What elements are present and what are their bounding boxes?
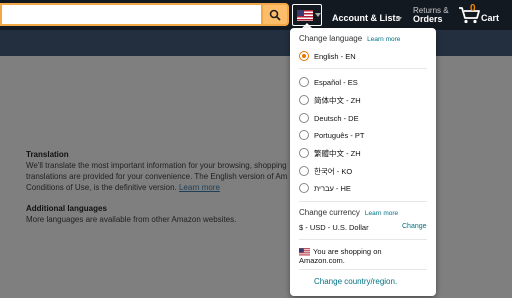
language-option-zh-hant[interactable]: 繁體中文 - ZH bbox=[299, 147, 361, 159]
chevron-down-icon bbox=[315, 13, 321, 17]
learn-more-link[interactable]: Learn more bbox=[179, 183, 220, 192]
translation-heading: Translation bbox=[26, 150, 69, 159]
currency-change-link[interactable]: Change bbox=[402, 223, 427, 230]
chevron-down-icon bbox=[396, 17, 402, 21]
shopping-on-text: You are shopping on bbox=[313, 247, 382, 256]
change-language-heading: Change language Learn more bbox=[299, 34, 400, 43]
radio[interactable] bbox=[299, 130, 309, 140]
language-option-he[interactable]: עברית - HE bbox=[299, 182, 351, 194]
translation-text: Conditions of Use, is the definitive ver… bbox=[26, 183, 177, 192]
us-flag-icon bbox=[297, 10, 313, 21]
radio[interactable] bbox=[299, 148, 309, 158]
radio[interactable] bbox=[299, 95, 309, 105]
language-label: 繁體中文 - ZH bbox=[314, 148, 361, 158]
language-option-pt[interactable]: Português - PT bbox=[299, 129, 364, 141]
language-label: 简体中文 - ZH bbox=[314, 95, 361, 105]
language-learn-more-link[interactable]: Learn more bbox=[367, 36, 400, 43]
language-option-zh-hans[interactable]: 简体中文 - ZH bbox=[299, 94, 361, 106]
language-option-de[interactable]: Deutsch - DE bbox=[299, 112, 359, 124]
additional-languages-text: More languages are available from other … bbox=[26, 215, 237, 224]
divider bbox=[299, 239, 427, 240]
language-option-es[interactable]: Español - ES bbox=[299, 76, 358, 88]
change-language-label: Change language bbox=[299, 34, 363, 43]
change-currency-label: Change currency bbox=[299, 208, 360, 217]
language-label: עברית - HE bbox=[314, 183, 351, 193]
language-label: 한국어 - KO bbox=[314, 166, 353, 176]
radio[interactable] bbox=[299, 113, 309, 123]
search-icon bbox=[269, 9, 281, 21]
currency-value: $ - USD - U.S. Dollar bbox=[299, 223, 369, 232]
divider bbox=[299, 269, 427, 270]
language-label: Português - PT bbox=[314, 130, 365, 140]
currency-learn-more-link[interactable]: Learn more bbox=[365, 210, 398, 217]
radio[interactable] bbox=[299, 77, 309, 87]
translation-text-line: translations are provided for your conve… bbox=[26, 172, 288, 181]
search-input[interactable] bbox=[0, 3, 262, 26]
translation-text-line: Conditions of Use, is the definitive ver… bbox=[26, 182, 220, 193]
shopping-site-text: Amazon.com. bbox=[299, 256, 345, 265]
change-country-link[interactable]: Change country/region. bbox=[314, 277, 397, 286]
language-label: Español - ES bbox=[314, 77, 358, 87]
divider bbox=[299, 201, 427, 202]
radio[interactable] bbox=[299, 166, 309, 176]
additional-languages-heading: Additional languages bbox=[26, 204, 107, 213]
language-option-en[interactable]: English - EN bbox=[299, 50, 356, 62]
radio[interactable] bbox=[299, 183, 309, 193]
cart-icon[interactable] bbox=[458, 6, 480, 24]
account-lists-link[interactable]: Account & Lists bbox=[332, 13, 401, 23]
language-label: Deutsch - DE bbox=[314, 113, 359, 123]
divider bbox=[299, 68, 427, 69]
us-flag-icon bbox=[299, 248, 310, 256]
change-currency-heading: Change currency Learn more bbox=[299, 208, 398, 217]
translation-text-line: We'll translate the most important infor… bbox=[26, 161, 287, 170]
language-label: English - EN bbox=[314, 51, 356, 61]
language-option-ko[interactable]: 한국어 - KO bbox=[299, 165, 352, 177]
search-button[interactable] bbox=[261, 3, 289, 26]
radio-selected[interactable] bbox=[299, 51, 309, 61]
top-nav-bar: Account & Lists Returns & Orders 0 Cart bbox=[0, 0, 512, 30]
language-popover: Change language Learn more English - EN E… bbox=[290, 28, 436, 296]
cart-label[interactable]: Cart bbox=[481, 13, 499, 23]
orders-link[interactable]: Orders bbox=[413, 14, 443, 24]
cart-count: 0 bbox=[470, 3, 476, 14]
